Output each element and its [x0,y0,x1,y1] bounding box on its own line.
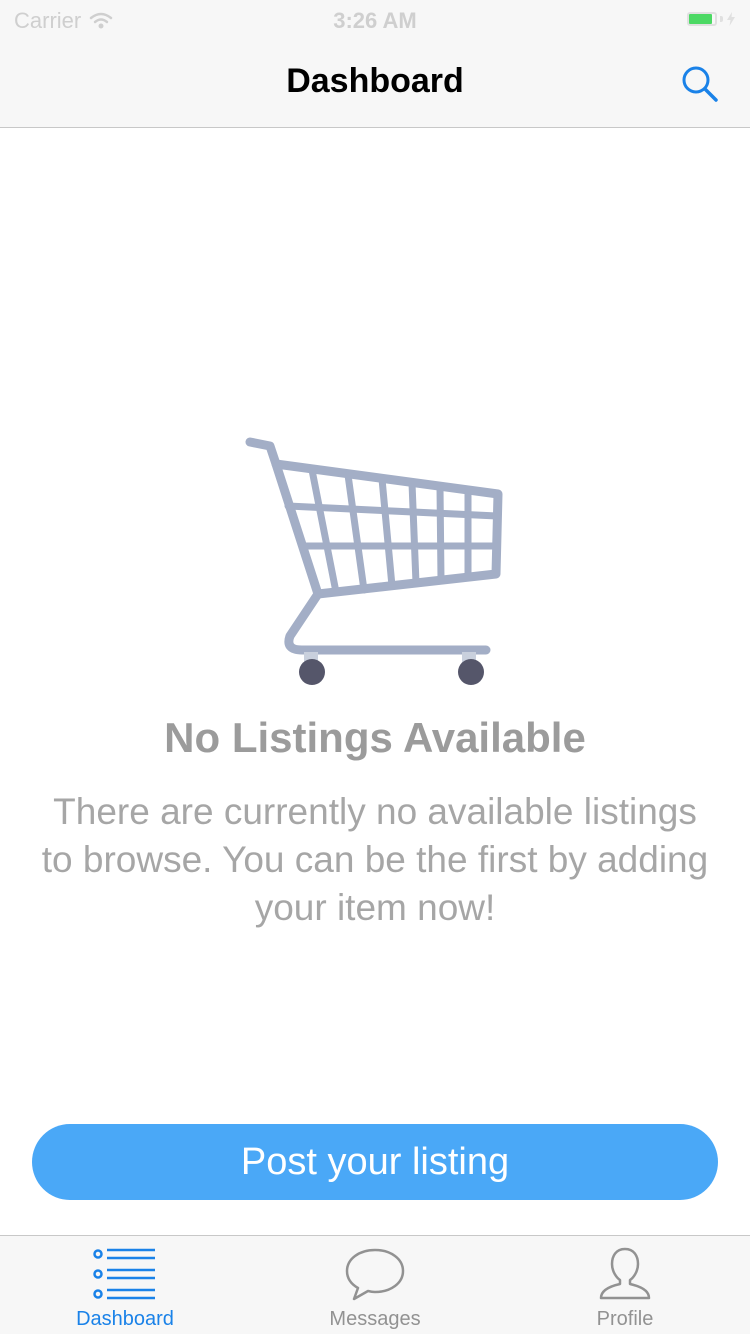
status-bar: Carrier 3:26 AM [0,0,750,40]
charging-bolt-icon [727,12,735,26]
tab-profile[interactable]: Profile [500,1236,750,1334]
tab-label: Messages [329,1308,421,1330]
navigation-bar: Dashboard [0,40,750,128]
tab-messages[interactable]: Messages [250,1236,500,1334]
list-icon [93,1248,155,1300]
status-time: 3:26 AM [333,8,417,33]
tab-bar: Dashboard Messages Profile [0,1235,750,1334]
empty-state-message: There are currently no available listing… [41,791,709,928]
tab-label: Dashboard [76,1308,174,1330]
search-button[interactable] [678,62,722,106]
search-icon [682,66,718,102]
battery-icon [687,12,736,26]
page-title: Dashboard [286,62,464,100]
shopping-cart-icon [245,437,503,685]
person-icon [599,1247,651,1300]
tab-label: Profile [596,1308,654,1330]
empty-state-title: No Listings Available [164,714,586,761]
speech-bubble-icon [345,1248,405,1301]
post-listing-button[interactable]: Post your listing [32,1124,718,1200]
tab-dashboard[interactable]: Dashboard [0,1236,250,1334]
